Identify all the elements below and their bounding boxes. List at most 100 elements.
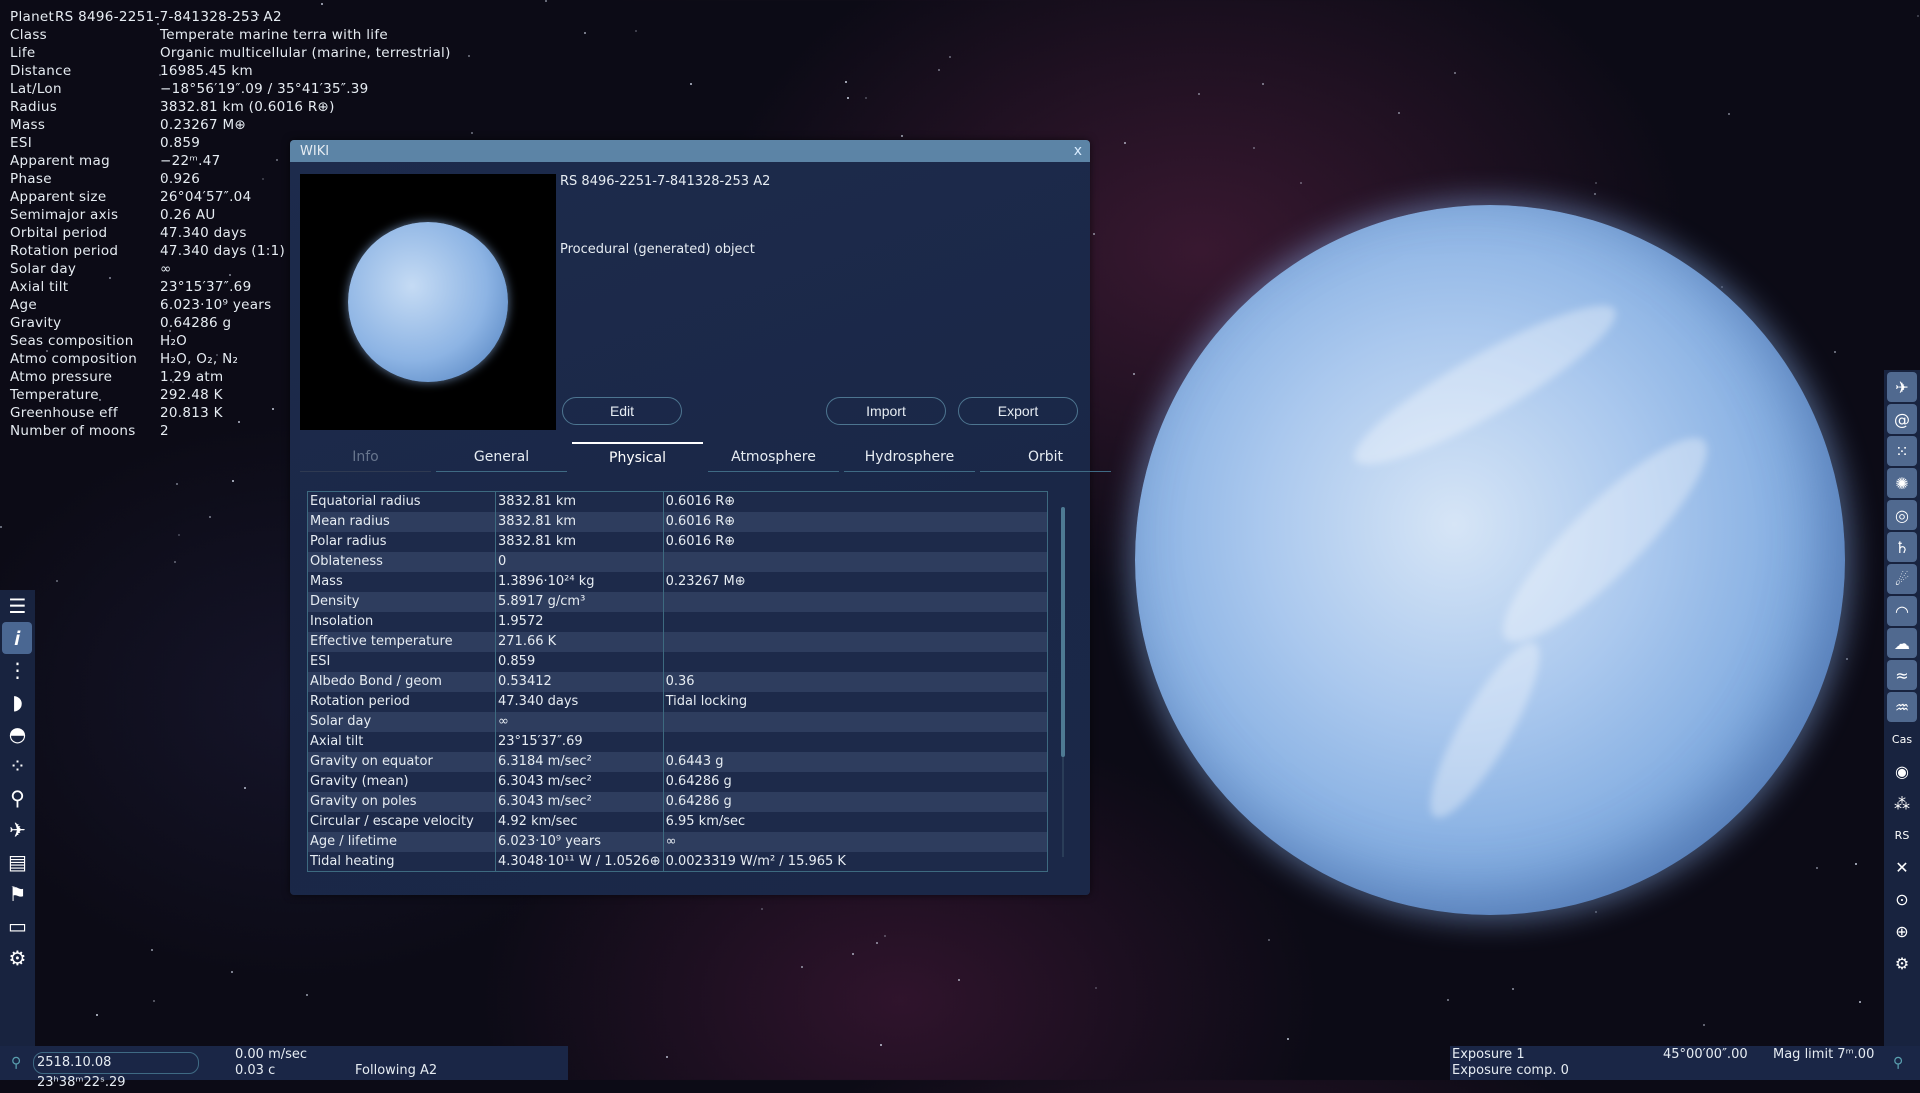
scrollbar-thumb[interactable]: [1061, 507, 1065, 757]
property-value: 5.8917 g/cm³: [495, 591, 664, 612]
info-value: Temperate marine terra with life: [160, 27, 388, 43]
property-name: Gravity on equator: [307, 751, 496, 772]
info-label: ESI: [10, 135, 32, 151]
settings-icon[interactable]: ⚙: [1887, 948, 1917, 978]
grid-icon[interactable]: ⊕: [1887, 916, 1917, 946]
object-name: RS 8496-2251-7-841328-253 A2: [560, 174, 771, 189]
table-row: Albedo Bond / geom 0.53412 0.36: [307, 671, 1049, 692]
flag-icon[interactable]: ⚑: [0, 878, 35, 910]
wiki-title-bar[interactable]: WIKI x: [290, 140, 1090, 162]
property-name: Effective temperature: [307, 631, 496, 652]
notepad-icon[interactable]: ▤: [0, 846, 35, 878]
tab-orbit[interactable]: Orbit: [980, 442, 1111, 472]
tab-atmosphere[interactable]: Atmosphere: [708, 442, 839, 472]
planet-icon[interactable]: ♄: [1887, 532, 1917, 562]
left-toolbar: ☰ 𝒊 ⋮ ◗ ◓ ⁘ ⚲ ✈ ▤ ⚑ ▭ ⚙: [0, 590, 35, 1080]
comet-icon[interactable]: ☄: [1887, 564, 1917, 594]
star-cluster-icon[interactable]: ⁙: [1887, 436, 1917, 466]
edit-button[interactable]: Edit: [562, 397, 682, 425]
table-row: Oblateness 0: [307, 551, 1049, 572]
pin-icon[interactable]: ⚲: [1893, 1055, 1903, 1071]
stars-icon[interactable]: ⁘: [0, 750, 35, 782]
display-icon[interactable]: ▭: [0, 910, 35, 942]
property-name: Tidal heating: [307, 851, 496, 872]
property-alt-value: 0.23267 M⊕: [663, 571, 1049, 592]
tab-general[interactable]: General: [436, 442, 567, 472]
property-name: ESI: [307, 651, 496, 672]
orbit-icon[interactable]: ◉: [1887, 756, 1917, 786]
property-value: 6.3043 m/sec²: [495, 791, 664, 812]
search-icon[interactable]: ⚲: [0, 782, 35, 814]
exposure-comp[interactable]: Exposure comp. 0: [1452, 1063, 1569, 1078]
crosshair-icon[interactable]: ✕: [1887, 852, 1917, 882]
spaceship-icon[interactable]: ✈: [0, 814, 35, 846]
planet-view[interactable]: [1135, 205, 1845, 915]
export-button[interactable]: Export: [958, 397, 1078, 425]
labels-icon[interactable]: RS: [1887, 820, 1917, 850]
property-alt-value: 0.64286 g: [663, 791, 1049, 812]
property-alt-value: 0.6016 R⊕: [663, 511, 1049, 532]
settings-icon[interactable]: ⚙: [0, 942, 35, 974]
menu-icon[interactable]: ☰: [0, 590, 35, 622]
exposure[interactable]: Exposure 1: [1452, 1047, 1525, 1062]
pin-icon[interactable]: ⚲: [11, 1055, 21, 1071]
info-row: Distance 16985.45 km: [10, 62, 451, 80]
property-alt-value: 0.6016 R⊕: [663, 491, 1049, 512]
info-label: Atmo pressure: [10, 369, 113, 385]
info-label: Rotation period: [10, 243, 119, 259]
info-label: Greenhouse eff: [10, 405, 118, 421]
clouds-icon[interactable]: ☁: [1887, 628, 1917, 658]
galaxy-icon[interactable]: @: [1887, 404, 1917, 434]
property-alt-value: [663, 631, 1049, 652]
info-value: H₂O: [160, 333, 188, 349]
property-value: 3832.81 km: [495, 531, 664, 552]
property-value: 0.859: [495, 651, 664, 672]
info-label: Life: [10, 45, 36, 61]
wiki-title: WIKI: [300, 143, 330, 159]
solar-system-icon[interactable]: ◗: [0, 686, 35, 718]
property-name: Gravity on poles: [307, 791, 496, 812]
nebula-icon[interactable]: ✺: [1887, 468, 1917, 498]
close-icon[interactable]: x: [1074, 143, 1082, 159]
constellation-icon[interactable]: Cas: [1887, 724, 1917, 754]
target-icon[interactable]: ⊙: [1887, 884, 1917, 914]
table-row: Mean radius 3832.81 km 0.6016 R⊕: [307, 511, 1049, 532]
info-value: 0.26 AU: [160, 207, 216, 223]
water-icon[interactable]: ≈: [1887, 660, 1917, 690]
date-time-field[interactable]: 2518.10.08 23ʰ38ᵐ22ˢ.29: [33, 1052, 199, 1090]
info-label: Class: [10, 27, 48, 43]
info-label: Orbital period: [10, 225, 108, 241]
tab-physical[interactable]: Physical: [572, 442, 703, 472]
property-value: ∞: [495, 711, 664, 732]
info-value: 23°15′37″.69: [160, 279, 252, 295]
markers-icon[interactable]: ⁂: [1887, 788, 1917, 818]
property-alt-value: Tidal locking: [663, 691, 1049, 712]
property-value: 1.9572: [495, 611, 664, 632]
property-value: 3832.81 km: [495, 491, 664, 512]
field-of-view[interactable]: 45°00′00″.00: [1663, 1047, 1748, 1062]
tab-hydrosphere[interactable]: Hydrosphere: [844, 442, 975, 472]
import-button[interactable]: Import: [826, 397, 946, 425]
property-name: Axial tilt: [307, 731, 496, 752]
property-name: Oblateness: [307, 551, 496, 572]
mag-limit[interactable]: Mag limit 7ᵐ.00: [1773, 1047, 1874, 1062]
observatory-icon[interactable]: ◓: [0, 718, 35, 750]
property-name: Density: [307, 591, 496, 612]
property-value: 0: [495, 551, 664, 572]
property-alt-value: 6.95 km/sec: [663, 811, 1049, 832]
info-icon[interactable]: 𝒊: [2, 622, 32, 654]
bottom-bar-left: ⚲ 2518.10.08 23ʰ38ᵐ22ˢ.29 0.00 m/sec 0.0…: [0, 1046, 568, 1090]
property-name: Mean radius: [307, 511, 496, 532]
info-value: 0.859: [160, 135, 201, 151]
spaceship-filter-icon[interactable]: ✈: [1887, 372, 1917, 402]
table-row: Circular / escape velocity 4.92 km/sec 6.9…: [307, 811, 1049, 832]
atmosphere-icon[interactable]: ◠: [1887, 596, 1917, 626]
planetary-nebula-icon[interactable]: ◎: [1887, 500, 1917, 530]
bottom-bar-right: Exposure 1 Exposure comp. 0 45°00′00″.00…: [1450, 1046, 1920, 1080]
aurora-icon[interactable]: ♒: [1887, 692, 1917, 722]
info-value: 0.926: [160, 171, 201, 187]
tab-info[interactable]: Info: [300, 442, 431, 472]
info-value: 292.48 K: [160, 387, 223, 403]
planetarium-icon[interactable]: ⋮: [0, 654, 35, 686]
table-row: Age / lifetime 6.023·10⁹ years ∞: [307, 831, 1049, 852]
